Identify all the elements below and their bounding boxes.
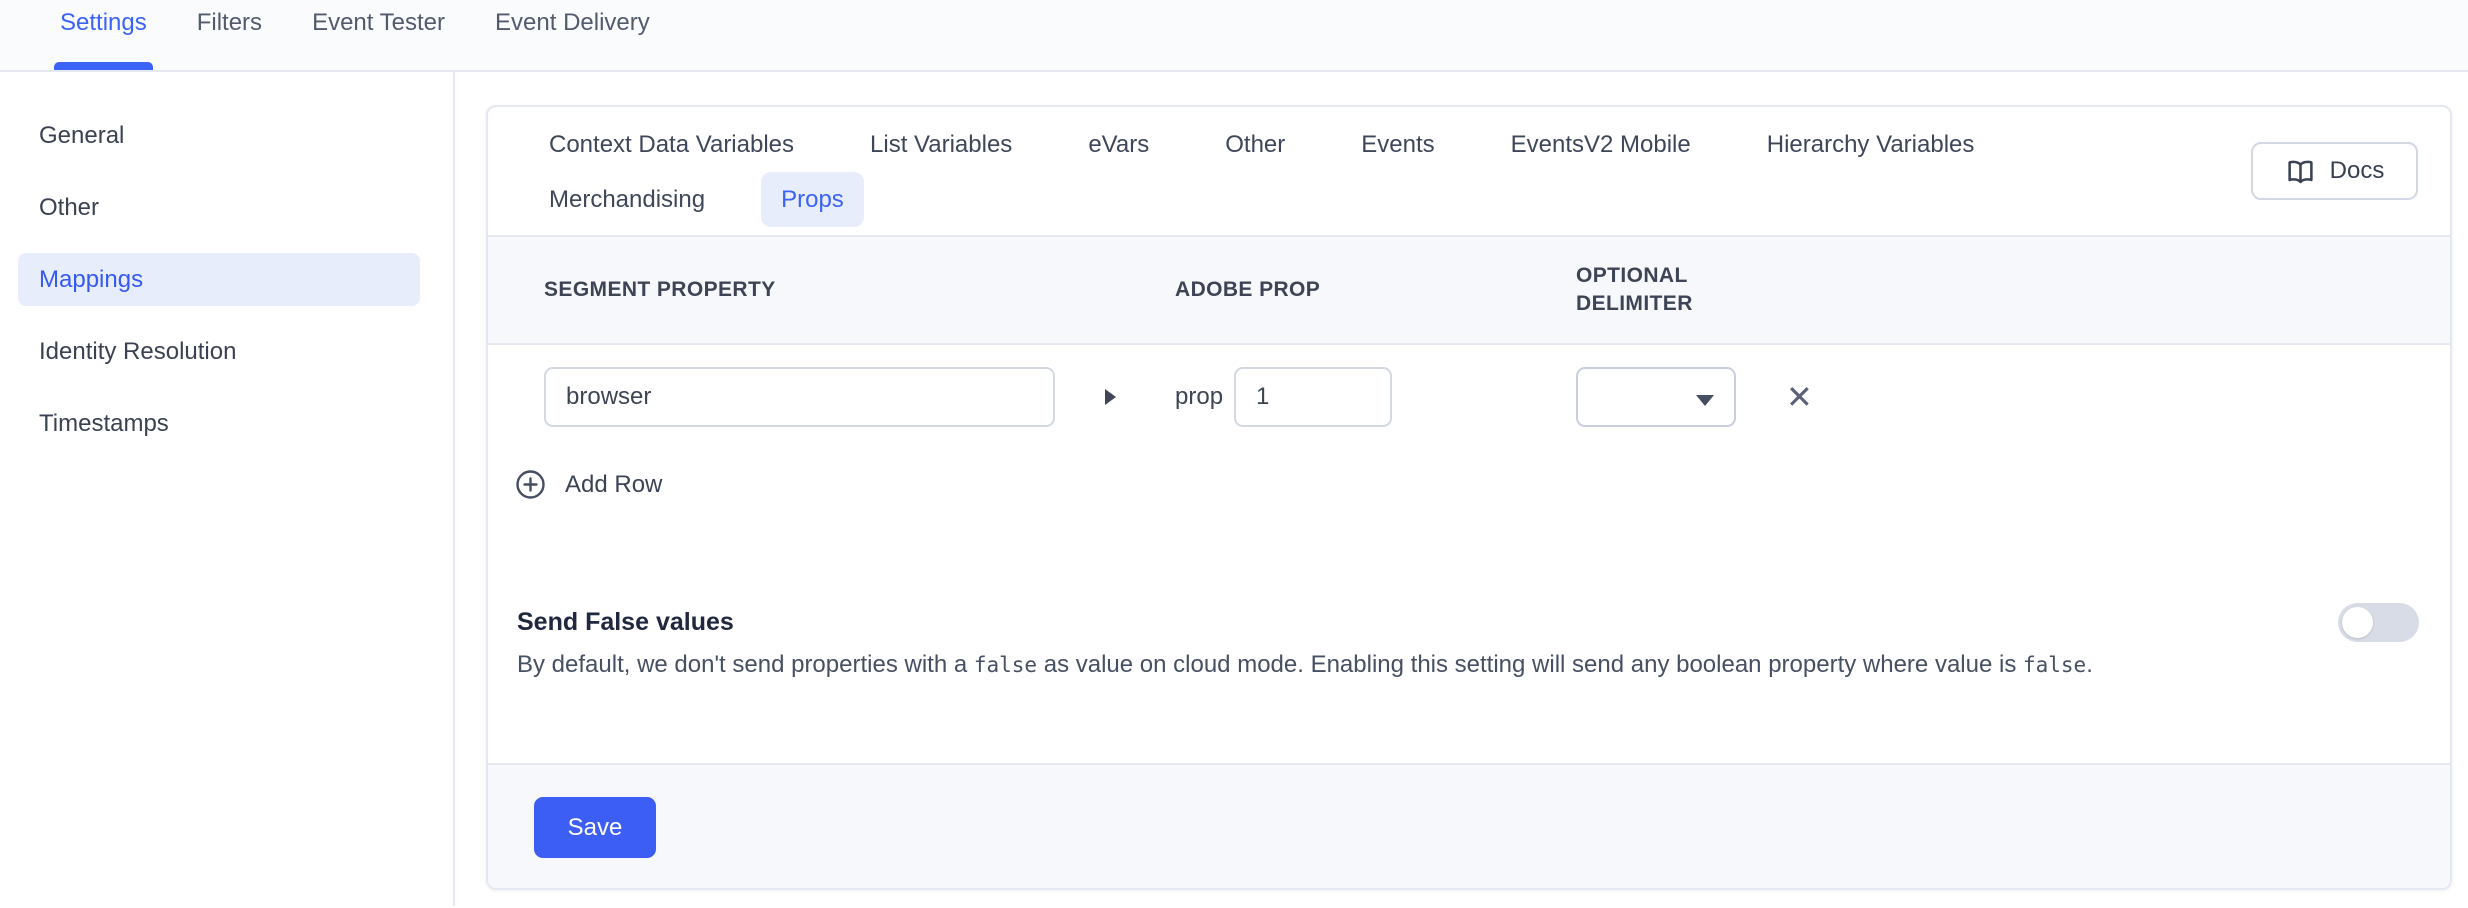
column-header-optional-delimiter: OPTIONAL DELIMITER — [1576, 262, 1726, 318]
save-button[interactable]: Save — [534, 797, 656, 858]
tab-filters[interactable]: Filters — [197, 8, 262, 70]
subtab-hierarchy-variables[interactable]: Hierarchy Variables — [1747, 117, 1995, 172]
send-false-toggle[interactable] — [2338, 603, 2419, 642]
segment-property-input[interactable] — [544, 367, 1055, 427]
column-header-adobe-prop: ADOBE PROP — [1175, 276, 1576, 304]
maps-to-arrow-icon — [1105, 389, 1116, 405]
code-false: false — [2023, 653, 2086, 677]
subtab-props[interactable]: Props — [761, 172, 864, 227]
send-false-description: By default, we don't send properties wit… — [517, 645, 2300, 685]
toggle-knob — [2342, 607, 2373, 638]
sidebar-item-mappings[interactable]: Mappings — [18, 253, 420, 306]
adobe-prop-cell: prop — [1175, 367, 1576, 427]
add-row-button[interactable]: Add Row — [515, 469, 662, 500]
docs-button[interactable]: Docs — [2251, 142, 2418, 200]
plus-circle-icon — [515, 469, 546, 500]
subtab-events[interactable]: Events — [1341, 117, 1454, 172]
destination-nav-tabs: Settings Filters Event Tester Event Deliver… — [0, 0, 2468, 72]
send-false-section: Send False values By default, we don't s… — [488, 605, 2450, 685]
delimiter-select[interactable] — [1576, 367, 1736, 427]
column-header-segment-property: SEGMENT PROPERTY — [544, 276, 1175, 304]
variable-type-tabs: Context Data Variables List Variables eVar… — [488, 107, 2450, 235]
adobe-prop-number-input[interactable] — [1234, 367, 1392, 427]
code-false: false — [974, 653, 1037, 677]
segment-property-cell — [544, 367, 1175, 427]
subtab-merchandising[interactable]: Merchandising — [529, 172, 725, 227]
subtab-context-data-variables[interactable]: Context Data Variables — [529, 117, 814, 172]
settings-sidebar: General Other Mappings Identity Resolution T… — [0, 72, 455, 906]
card-footer: Save — [488, 763, 2450, 888]
settings-layout: General Other Mappings Identity Resolution T… — [0, 72, 2468, 906]
mappings-card: Context Data Variables List Variables eVar… — [486, 105, 2452, 890]
mappings-table-header: SEGMENT PROPERTY ADOBE PROP OPTIONAL DEL… — [488, 235, 2450, 345]
prop-prefix-label: prop — [1175, 383, 1223, 411]
subtab-evars[interactable]: eVars — [1068, 117, 1169, 172]
main-content: Context Data Variables List Variables eVar… — [455, 72, 2468, 906]
sidebar-item-timestamps[interactable]: Timestamps — [18, 397, 420, 450]
subtab-list-variables[interactable]: List Variables — [850, 117, 1032, 172]
mapping-row: prop ✕ — [488, 345, 2450, 457]
delimiter-cell: ✕ — [1576, 367, 2450, 427]
subtab-other[interactable]: Other — [1205, 117, 1305, 172]
description-text: . — [2086, 651, 2093, 678]
sidebar-item-general[interactable]: General — [18, 109, 420, 162]
description-text: By default, we don't send properties wit… — [517, 651, 974, 678]
tab-event-tester[interactable]: Event Tester — [312, 8, 445, 70]
subtab-eventsv2-mobile[interactable]: EventsV2 Mobile — [1491, 117, 1711, 172]
docs-button-label: Docs — [2330, 157, 2385, 185]
tab-settings[interactable]: Settings — [60, 8, 147, 70]
description-text: as value on cloud mode. Enabling this se… — [1037, 651, 2023, 678]
sidebar-item-other[interactable]: Other — [18, 181, 420, 234]
book-icon — [2285, 157, 2316, 186]
delete-row-button[interactable]: ✕ — [1786, 381, 1813, 413]
chevron-down-icon — [1696, 395, 1714, 406]
add-row-label: Add Row — [565, 471, 662, 499]
sidebar-item-identity-resolution[interactable]: Identity Resolution — [18, 325, 420, 378]
send-false-title: Send False values — [517, 605, 2300, 639]
tab-event-delivery[interactable]: Event Delivery — [495, 8, 650, 70]
